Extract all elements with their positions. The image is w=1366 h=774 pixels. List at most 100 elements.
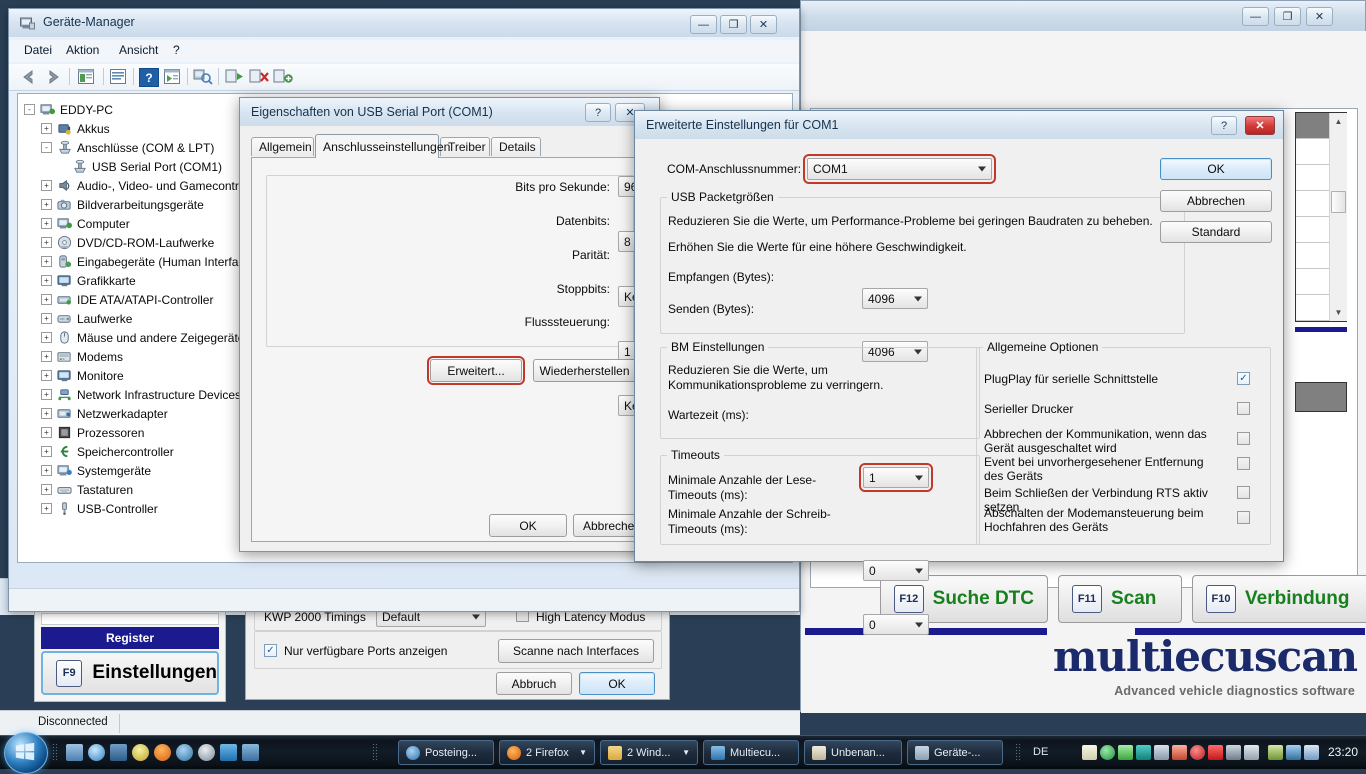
disc-icon[interactable] [198,744,215,761]
bg-minimize-button[interactable]: — [1242,7,1269,26]
option-cancel-comm-checkbox[interactable] [1237,432,1250,445]
menu-help[interactable]: ? [173,43,180,57]
advanced-cancel-button[interactable]: Abbrechen [1160,190,1272,212]
update-driver-icon[interactable] [109,68,127,85]
chevron-down-icon[interactable]: ▼ [579,748,587,757]
back-arrow-icon[interactable] [19,68,39,86]
advanced-help-button[interactable]: ? [1211,116,1237,135]
expand-icon[interactable]: + [41,332,52,343]
expand-icon[interactable]: + [41,275,52,286]
tab-allgemein[interactable]: Allgemein [251,137,314,156]
scroll-up-arrow-icon[interactable]: ▲ [1330,113,1347,130]
cancel-button[interactable]: Abbruch [496,672,572,695]
avast-icon[interactable] [1208,745,1223,760]
scrollbar-thumb[interactable] [1331,191,1346,213]
taskbar-grip[interactable] [372,743,378,762]
screen-icon[interactable] [110,744,127,761]
show-desktop-icon[interactable] [66,744,83,761]
home-icon[interactable] [1118,745,1133,760]
properties-ok-button[interactable]: OK [489,514,567,537]
receive-bytes-combo[interactable]: 4096 [862,288,928,309]
expand-icon[interactable]: + [41,389,52,400]
expand-icon[interactable]: + [41,180,52,191]
add-device-icon[interactable] [273,68,293,85]
dm-minimize-button[interactable]: — [690,15,717,34]
expand-icon[interactable]: + [41,503,52,514]
properties-icon[interactable] [77,68,95,85]
tab-anschlusseinstellungen[interactable]: Anschlusseinstellungen [315,134,450,158]
grid-vertical-scrollbar[interactable]: ▲ ▼ [1329,113,1347,321]
expand-icon[interactable]: + [41,294,52,305]
expand-icon[interactable]: + [41,313,52,324]
scroll-down-arrow-icon[interactable]: ▼ [1330,304,1347,321]
verbindung-button[interactable]: F10 Verbindung [1192,575,1366,623]
camera-icon[interactable] [1244,745,1259,760]
music-icon[interactable] [1136,745,1151,760]
taskbar-button-multiecuscan[interactable]: Multiecu... [703,740,799,765]
speaker-icon[interactable] [1304,745,1319,760]
globe-icon[interactable] [88,744,105,761]
quicklaunch-grip[interactable] [52,743,58,762]
taskbar-button-unbenannt[interactable]: Unbenan... [804,740,902,765]
restore-defaults-button[interactable]: Wiederherstellen [533,359,636,382]
tab-details[interactable]: Details [491,137,541,156]
forward-arrow-icon[interactable] [43,68,63,86]
messenger-icon[interactable] [176,744,193,761]
search-device-icon[interactable] [193,68,213,85]
volume-mute-icon[interactable] [1172,745,1187,760]
only-available-ports-checkbox[interactable]: ✓ [264,644,277,657]
com-port-combo[interactable]: COM1 [803,154,996,184]
enable-device-icon[interactable] [225,68,245,85]
menu-datei[interactable]: Datei [24,43,52,57]
clock-icon[interactable] [132,744,149,761]
printer-icon[interactable] [1226,745,1241,760]
window-switch-icon[interactable] [242,744,259,761]
expand-icon[interactable]: + [41,123,52,134]
expand-icon[interactable]: + [41,199,52,210]
note-icon[interactable] [1082,745,1097,760]
battery-icon[interactable] [1268,745,1283,760]
sync-icon[interactable] [1100,745,1115,760]
tray-grip[interactable] [1015,743,1021,762]
clock[interactable]: 23:20 [1328,745,1358,759]
network-icon[interactable] [1286,745,1301,760]
scan-hardware-icon[interactable] [163,68,181,85]
ok-button[interactable]: OK [579,672,655,695]
advanced-close-button[interactable]: ✕ [1245,116,1275,135]
taskbar-button-windows[interactable]: 2 Wind... ▼ [600,740,698,765]
collapse-icon[interactable]: - [41,142,52,153]
bg-restore-button[interactable]: ❐ [1274,7,1301,26]
scan-button[interactable]: F11 Scan [1058,575,1182,623]
collapse-icon[interactable]: - [24,104,35,115]
expand-icon[interactable]: + [41,237,52,248]
expand-icon[interactable]: + [41,218,52,229]
advanced-default-button[interactable]: Standard [1160,221,1272,243]
help-icon[interactable]: ? [139,68,159,87]
taskbar-button-geraetemanager[interactable]: Geräte-... [907,740,1003,765]
media-player-icon[interactable] [220,744,237,761]
option-surprise-removal-checkbox[interactable] [1237,457,1250,470]
dm-close-button[interactable]: ✕ [750,15,777,34]
scan-interfaces-button[interactable]: Scanne nach Interfaces [498,639,654,663]
taskbar-button-posteingang[interactable]: Posteing... [398,740,494,765]
taskbar-button-firefox[interactable]: 2 Firefox ▼ [499,740,595,765]
expand-icon[interactable]: + [41,351,52,362]
dm-restore-button[interactable]: ❐ [720,15,747,34]
read-timeout-combo[interactable]: 0 [863,560,929,581]
grid-selected-cell[interactable] [1295,382,1347,412]
language-indicator[interactable]: DE [1033,746,1048,758]
menu-ansicht[interactable]: Ansicht [119,43,158,57]
advanced-ok-button[interactable]: OK [1160,158,1272,180]
option-modem-checkbox[interactable] [1237,511,1250,524]
block-icon[interactable] [1190,745,1205,760]
option-plugplay-checkbox[interactable]: ✓ [1237,372,1250,385]
advanced-button[interactable]: Erweitert... [427,356,525,385]
expand-icon[interactable]: + [41,256,52,267]
properties-help-button[interactable]: ? [585,103,611,122]
chevron-down-icon[interactable]: ▼ [682,748,690,757]
monitor-icon[interactable] [1154,745,1169,760]
bg-close-button[interactable]: ✕ [1306,7,1333,26]
settings-button[interactable]: F9 Einstellungen [41,651,219,695]
expand-icon[interactable]: + [41,427,52,438]
expand-icon[interactable]: + [41,465,52,476]
